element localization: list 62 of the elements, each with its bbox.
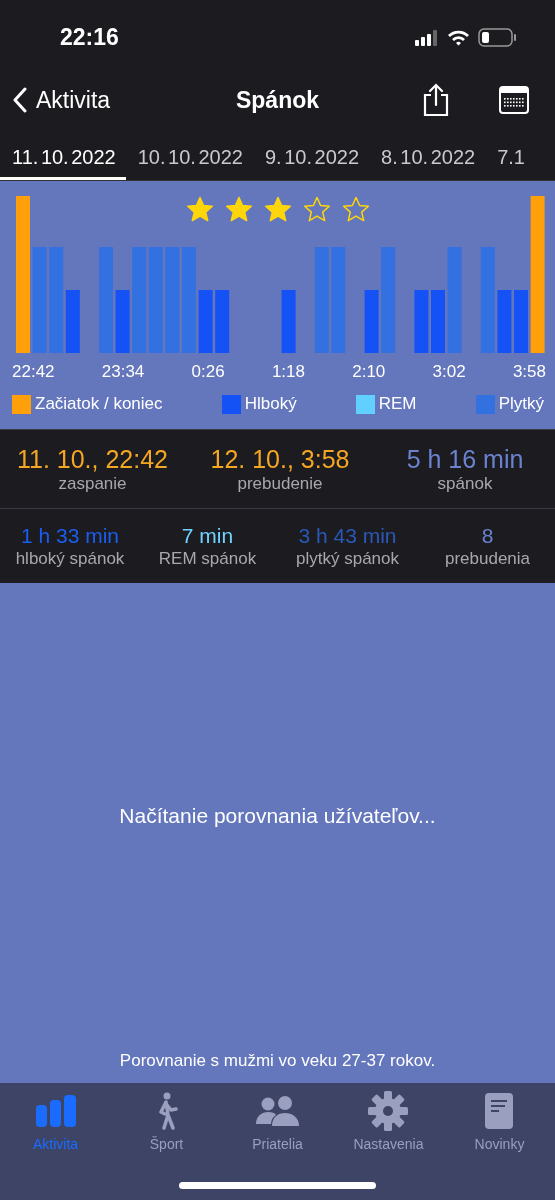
stat-value: 1 h 33 min [20, 523, 120, 549]
loading-message: Načítanie porovnania užívateľov... [119, 804, 436, 828]
time-label: 2:10 [352, 362, 386, 382]
sleep-stage-bar [431, 290, 445, 353]
tab-bar-item[interactable]: Priatelia [252, 1091, 303, 1152]
stat-label: spánok [437, 474, 493, 494]
filled-star-icon [264, 196, 292, 223]
clock-time: 22:16 [60, 24, 119, 51]
time-label: 3:58 [512, 362, 546, 382]
time-label: 22:42 [12, 362, 55, 382]
empty-star-icon [342, 196, 370, 223]
chevron-left-icon [12, 87, 28, 113]
time-label: 3:02 [432, 362, 466, 382]
sleep-stage-bar [198, 290, 213, 353]
sleep-stage-bar [497, 290, 512, 353]
sleep-stage-bar [514, 290, 528, 353]
tab-bar-item[interactable]: Šport [149, 1091, 184, 1152]
bar-chart-icon [34, 1095, 77, 1127]
sleep-stage-bar [364, 290, 379, 353]
legend-label: Plytký [498, 394, 544, 414]
sleep-stage-bar [281, 290, 296, 353]
people-icon [254, 1096, 301, 1126]
stat-value: 5 h 16 min [406, 444, 524, 474]
date-tab[interactable]: 7.1 [485, 125, 527, 180]
stat-label: REM spánok [158, 549, 257, 569]
comparison-note: Porovnanie s mužmi vo veku 27-37 rokov. [119, 1051, 436, 1071]
stat-label: plytký spánok [296, 549, 399, 569]
signal-icon [415, 29, 439, 46]
date-tab[interactable]: 9. 10. 2022 [252, 125, 370, 180]
time-label: 0:26 [191, 362, 225, 382]
date-tab[interactable]: 10. 10. 2022 [125, 125, 253, 180]
screen-title: Spánok [235, 86, 320, 113]
stat-label: prebudenie [237, 474, 323, 494]
stat-value: 7 min [181, 523, 234, 549]
wifi-icon [447, 29, 470, 46]
settings-icon [368, 1091, 409, 1131]
stat-value: 3 h 43 min [298, 523, 397, 549]
sleep-stage-bar [215, 290, 230, 353]
legend-label: Hlboký [244, 394, 297, 414]
document-icon [485, 1093, 514, 1129]
filled-star-icon [186, 196, 214, 223]
stat-value: 11. 10., 22:42 [16, 444, 169, 474]
back-link[interactable]: Aktivita [12, 86, 111, 114]
share-icon[interactable] [421, 83, 451, 117]
date-tab[interactable]: 8. 10. 2022 [369, 125, 486, 180]
tab-bar-item[interactable]: Novinky [474, 1091, 525, 1152]
stat-value: 12. 10., 3:58 [210, 444, 350, 474]
sleep-stage-bar [115, 290, 130, 353]
calendar-icon[interactable] [499, 86, 529, 114]
time-label: 23:34 [101, 362, 145, 382]
stat-label: hlboký spánok [15, 549, 125, 569]
stat-label: zaspanie [58, 474, 127, 494]
stat-value: 8 [481, 523, 494, 549]
legend-label: REM [378, 394, 417, 414]
sleep-stage-bar [414, 290, 429, 353]
stat-label: prebudenia [444, 549, 531, 569]
legend-label: Začiatok / koniec [35, 394, 163, 414]
battery-icon [478, 28, 517, 47]
filled-star-icon [225, 196, 253, 223]
tab-bar-item[interactable]: Nastavenia [353, 1091, 424, 1152]
time-label: 1:18 [271, 362, 305, 382]
empty-star-icon [303, 196, 331, 223]
